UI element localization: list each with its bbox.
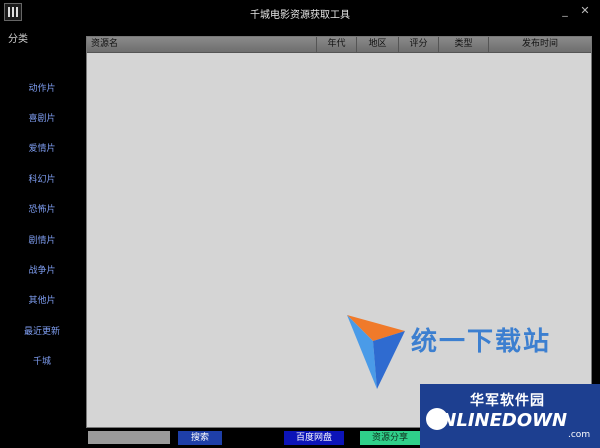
sidebar-item-label: 动作片 [28, 83, 56, 94]
column-header-region[interactable]: 地区 [357, 37, 399, 52]
sidebar-item-label: 剧情片 [28, 235, 56, 246]
watermark-logo-icon [347, 315, 405, 389]
sidebar-item-label: 喜剧片 [28, 114, 56, 125]
resource-share-button[interactable]: 资源分享 [360, 431, 420, 445]
column-header-year[interactable]: 年代 [317, 37, 357, 52]
sidebar-item-horror[interactable]: 恐怖片 [0, 194, 84, 224]
site-watermark: 统一下载站 [347, 315, 567, 405]
sidebar-item-other[interactable]: 其他片 [0, 285, 84, 315]
search-button[interactable]: 搜索 [178, 431, 222, 445]
sidebar-item-drama[interactable]: 剧情片 [0, 224, 84, 254]
watermark-text: 统一下载站 [411, 327, 552, 357]
sidebar-item-label: 恐怖片 [28, 205, 56, 216]
sidebar-item-label: 科幻片 [28, 174, 56, 185]
column-header-date[interactable]: 发布时间 [489, 37, 591, 52]
search-input[interactable] [88, 431, 170, 444]
sidebar-item-scifi[interactable]: 科幻片 [0, 163, 84, 193]
sidebar-item-recent[interactable]: 最近更新 [0, 315, 84, 345]
sidebar-item-label: 千城 [32, 357, 51, 368]
close-button[interactable]: ✕ [578, 4, 592, 18]
sidebar-item-label: 爱情片 [28, 144, 56, 155]
column-header-rating[interactable]: 评分 [399, 37, 439, 52]
sidebar-item-label: 战争片 [28, 266, 56, 277]
baidu-netdisk-button[interactable]: 百度网盘 [284, 431, 344, 445]
bottom-toolbar: 搜索 百度网盘 资源分享 [0, 428, 600, 448]
sidebar-item-qiancheng[interactable]: 千城 [0, 346, 84, 376]
resource-table[interactable]: 资源名 年代 地区 评分 类型 发布时间 统一下载站 [86, 36, 592, 428]
minimize-button[interactable]: _ [558, 4, 572, 18]
table-header: 资源名 年代 地区 评分 类型 发布时间 [87, 37, 591, 53]
sidebar-item-label: 最近更新 [23, 326, 60, 337]
sidebar-item-romance[interactable]: 爱情片 [0, 133, 84, 163]
sidebar-item-war[interactable]: 战争片 [0, 254, 84, 284]
sidebar-item-label: 其他片 [28, 296, 56, 307]
sidebar-item-comedy[interactable]: 喜剧片 [0, 102, 84, 132]
column-header-type[interactable]: 类型 [439, 37, 489, 52]
title-bar: 千城电影资源获取工具 _ ✕ [0, 0, 600, 26]
column-header-name[interactable]: 资源名 [87, 37, 317, 52]
sidebar-item-action[interactable]: 动作片 [0, 72, 84, 102]
category-sidebar: 动作片 喜剧片 爱情片 科幻片 恐怖片 剧情片 战争片 其他片 最近更新 千城 [0, 72, 84, 376]
category-heading: 分类 [8, 34, 28, 45]
window-title: 千城电影资源获取工具 [250, 10, 350, 21]
